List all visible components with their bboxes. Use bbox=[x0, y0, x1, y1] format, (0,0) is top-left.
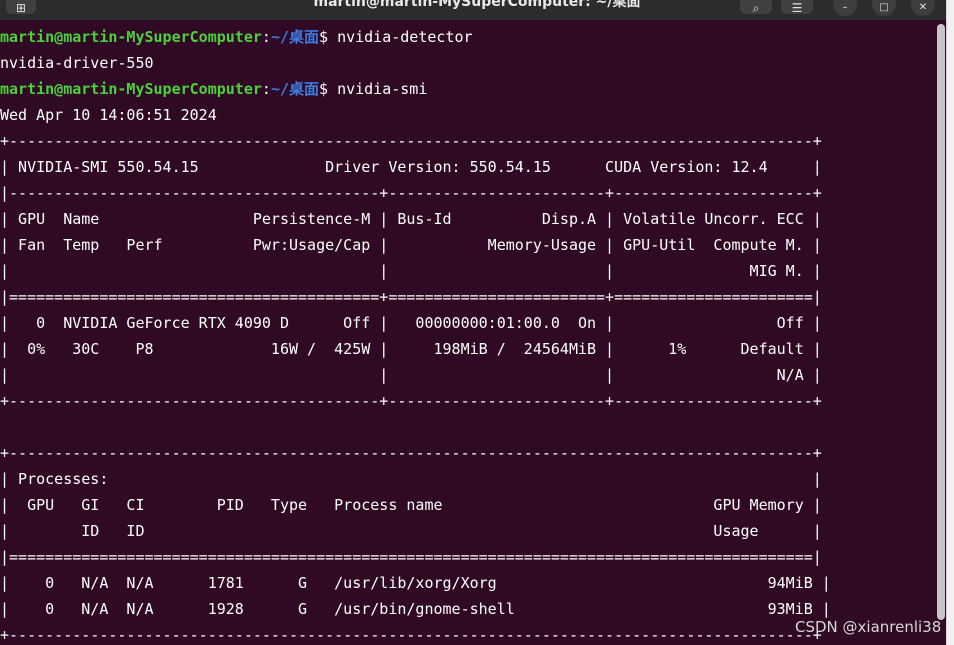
prompt-symbol: $ bbox=[319, 80, 338, 98]
prompt-user-host: martin@martin-MySuperComputer bbox=[0, 80, 262, 98]
prompt-path: ~/桌面 bbox=[270, 28, 319, 46]
menu-icon[interactable]: ☰ bbox=[781, 0, 813, 15]
command-text: nvidia-smi bbox=[337, 80, 428, 98]
watermark: CSDN @xianrenli38 bbox=[795, 618, 942, 636]
smi-table-row: | GPU Name Persistence-M | Bus-Id Disp.A… bbox=[0, 210, 822, 228]
prompt-line: martin@martin-MySuperComputer:~/桌面$ nvid… bbox=[0, 76, 427, 102]
smi-table-row: | 0 NVIDIA GeForce RTX 4090 D Off | 0000… bbox=[0, 314, 822, 332]
prompt-separator: : bbox=[261, 28, 271, 46]
output-line: nvidia-driver-550 bbox=[0, 54, 154, 72]
minimize-icon[interactable]: – bbox=[833, 0, 857, 16]
smi-table-row: | 0% 30C P8 16W / 425W | 198MiB / 24564M… bbox=[0, 340, 822, 358]
search-icon[interactable]: ⌕ bbox=[740, 0, 772, 15]
smi-table-row: |---------------------------------------… bbox=[0, 184, 822, 202]
prompt-user-host: martin@martin-MySuperComputer bbox=[0, 28, 262, 46]
smi-table-row: |=======================================… bbox=[0, 288, 822, 306]
processes-table-row: | GPU GI CI PID Type Process name GPU Me… bbox=[0, 496, 822, 514]
maximize-icon[interactable]: □ bbox=[872, 0, 896, 16]
processes-table-row: | 0 N/A N/A 1781 G /usr/lib/xorg/Xorg 94… bbox=[0, 574, 831, 592]
smi-table-row: | Fan Temp Perf Pwr:Usage/Cap | Memory-U… bbox=[0, 236, 822, 254]
prompt-symbol: $ bbox=[319, 28, 338, 46]
processes-table-row: | Processes: | bbox=[0, 470, 822, 488]
prompt-separator: : bbox=[261, 80, 271, 98]
close-icon[interactable]: ✕ bbox=[911, 0, 935, 16]
smi-table-row: +---------------------------------------… bbox=[0, 392, 822, 410]
title-bar: ⊞ martin@martin-MySuperComputer: ~/桌面 ⌕ … bbox=[0, 0, 954, 20]
command-text: nvidia-detector bbox=[337, 28, 473, 46]
processes-table-row: | 0 N/A N/A 1928 G /usr/bin/gnome-shell … bbox=[0, 600, 831, 618]
background-window-edge bbox=[946, 0, 954, 645]
processes-table-row: | ID ID Usage | bbox=[0, 522, 822, 540]
timestamp-line: Wed Apr 10 14:06:51 2024 bbox=[0, 106, 217, 124]
processes-table-row: |=======================================… bbox=[0, 548, 822, 566]
smi-table-row: +---------------------------------------… bbox=[0, 132, 822, 150]
terminal-output[interactable]: martin@martin-MySuperComputer:~/桌面$ nvid… bbox=[0, 24, 936, 645]
prompt-line: martin@martin-MySuperComputer:~/桌面$ nvid… bbox=[0, 24, 473, 50]
smi-table-row: | | | N/A | bbox=[0, 366, 822, 384]
terminal-scrollbar[interactable] bbox=[937, 24, 945, 620]
prompt-path: ~/桌面 bbox=[270, 80, 319, 98]
smi-table-row: | NVIDIA-SMI 550.54.15 Driver Version: 5… bbox=[0, 158, 822, 176]
processes-table-row: +---------------------------------------… bbox=[0, 626, 822, 644]
smi-table-row: | | | MIG M. | bbox=[0, 262, 822, 280]
processes-table-row: +---------------------------------------… bbox=[0, 444, 822, 462]
terminal-window: ⊞ martin@martin-MySuperComputer: ~/桌面 ⌕ … bbox=[0, 0, 954, 645]
